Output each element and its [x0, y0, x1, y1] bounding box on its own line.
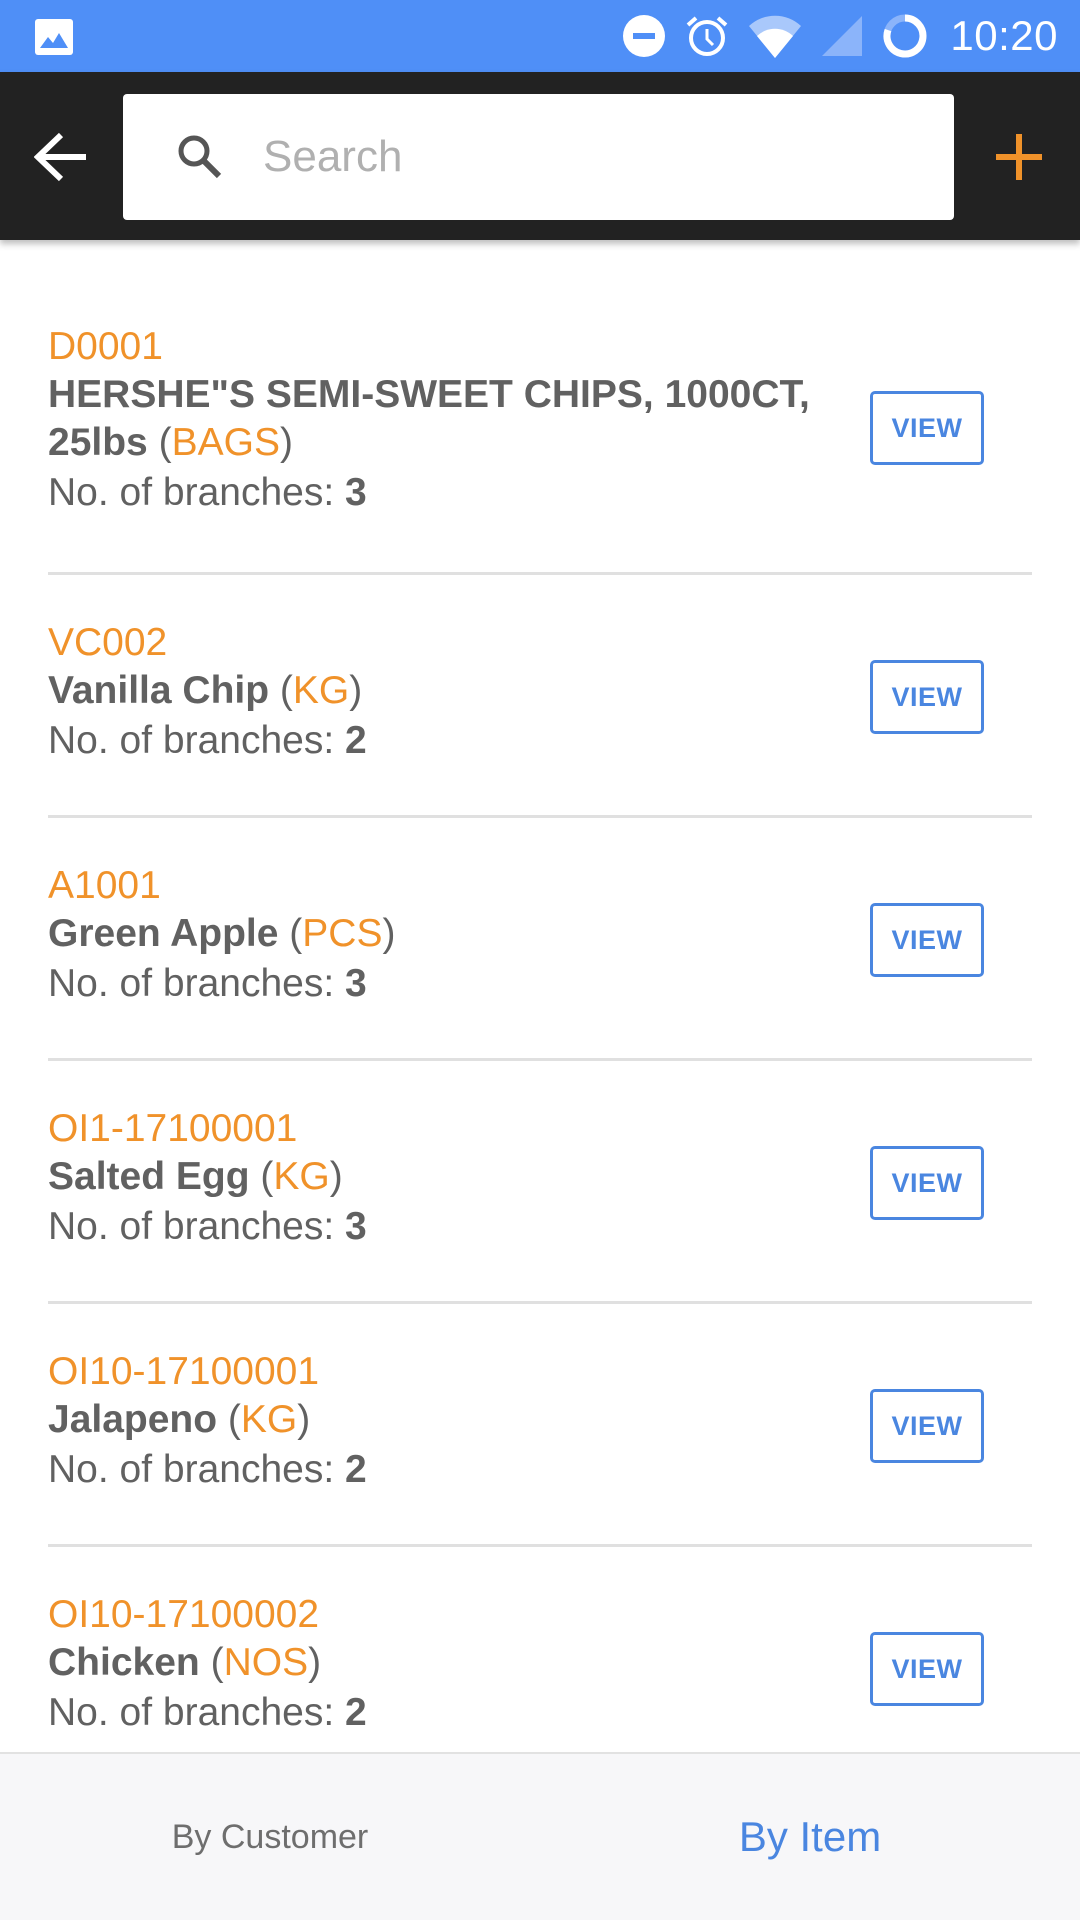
list-item: OI10-17100001 Jalapeno (KG) No. of branc…	[48, 1304, 1032, 1547]
item-name-text: Chicken	[48, 1641, 200, 1684]
view-button[interactable]: VIEW	[870, 1146, 984, 1220]
branches-label: No. of branches:	[48, 471, 345, 514]
list-item: OI1-17100001 Salted Egg (KG) No. of bran…	[48, 1061, 1032, 1304]
branches-count: 3	[345, 471, 367, 514]
item-unit: PCS	[302, 912, 383, 955]
branches-count: 2	[345, 719, 367, 762]
back-button[interactable]	[26, 122, 96, 192]
bottom-tab-bar: By Customer By Item	[0, 1752, 1080, 1920]
search-icon	[178, 135, 222, 179]
view-button[interactable]: VIEW	[870, 1632, 984, 1706]
item-branches: No. of branches: 2	[48, 715, 832, 767]
item-name: Salted Egg (KG)	[48, 1155, 343, 1198]
view-button[interactable]: VIEW	[870, 660, 984, 734]
branches-count: 3	[345, 1205, 367, 1248]
view-button[interactable]: VIEW	[870, 903, 984, 977]
toolbar	[0, 72, 1080, 240]
list-item: A1001 Green Apple (PCS) No. of branches:…	[48, 818, 1032, 1061]
branches-count: 3	[345, 962, 367, 1005]
branches-label: No. of branches:	[48, 1205, 345, 1248]
search-box[interactable]	[123, 94, 954, 220]
item-list[interactable]: D0001 HERSHE"S SEMI-SWEET CHIPS, 1000CT,…	[0, 245, 1080, 1752]
status-time: 10:20	[950, 12, 1058, 59]
item-name-text: Salted Egg	[48, 1155, 250, 1198]
add-button[interactable]	[984, 122, 1054, 192]
sync-loading-icon	[883, 14, 927, 58]
status-bar: 10:20	[0, 0, 1080, 72]
item-name: HERSHE"S SEMI-SWEET CHIPS, 1000CT, 25lbs…	[48, 373, 810, 464]
search-input[interactable]	[263, 132, 863, 182]
item-code: D0001	[48, 325, 163, 368]
item-branches: No. of branches: 3	[48, 467, 832, 519]
list-item: VC002 Vanilla Chip (KG) No. of branches:…	[48, 575, 1032, 818]
item-branches: No. of branches: 3	[48, 1201, 832, 1253]
item-unit: KG	[273, 1155, 330, 1198]
item-name: Jalapeno (KG)	[48, 1398, 311, 1441]
item-name: Chicken (NOS)	[48, 1641, 322, 1684]
item-unit: BAGS	[171, 421, 280, 464]
item-unit: KG	[240, 1398, 298, 1441]
item-unit: KG	[292, 669, 350, 712]
item-branches: No. of branches: 2	[48, 1444, 832, 1496]
item-code: A1001	[48, 864, 161, 907]
tab-by-item[interactable]: By Item	[540, 1754, 1080, 1920]
item-name: Vanilla Chip (KG)	[48, 669, 363, 712]
item-branches: No. of branches: 2	[48, 1687, 832, 1739]
item-code: OI10-17100002	[48, 1593, 320, 1636]
branches-count: 2	[345, 1448, 367, 1491]
view-button[interactable]: VIEW	[870, 1389, 984, 1463]
alarm-icon	[687, 16, 728, 56]
item-unit: NOS	[223, 1641, 309, 1684]
item-code: OI1-17100001	[48, 1107, 298, 1150]
tab-by-customer[interactable]: By Customer	[0, 1754, 540, 1920]
do-not-disturb-icon	[623, 15, 666, 57]
view-button[interactable]: VIEW	[870, 391, 984, 465]
item-name: Green Apple (PCS)	[48, 912, 396, 955]
branches-label: No. of branches:	[48, 1448, 345, 1491]
image-notification-icon	[35, 19, 73, 55]
branches-label: No. of branches:	[48, 962, 345, 1005]
item-name-text: Green Apple	[48, 912, 279, 955]
item-name-text: Jalapeno	[48, 1398, 218, 1441]
item-name-text: Vanilla Chip	[48, 669, 270, 712]
wifi-icon	[749, 15, 802, 58]
cell-signal-icon	[822, 16, 863, 56]
branches-label: No. of branches:	[48, 719, 345, 762]
arrow-back-icon	[34, 132, 86, 182]
branches-count: 2	[345, 1691, 367, 1734]
list-item: D0001 HERSHE"S SEMI-SWEET CHIPS, 1000CT,…	[48, 245, 1032, 575]
item-branches: No. of branches: 3	[48, 958, 832, 1010]
branches-label: No. of branches:	[48, 1691, 345, 1734]
plus-icon	[996, 134, 1042, 180]
item-code: VC002	[48, 621, 168, 664]
item-code: OI10-17100001	[48, 1350, 320, 1393]
list-item: OI10-17100002 Chicken (NOS) No. of branc…	[48, 1547, 1032, 1752]
